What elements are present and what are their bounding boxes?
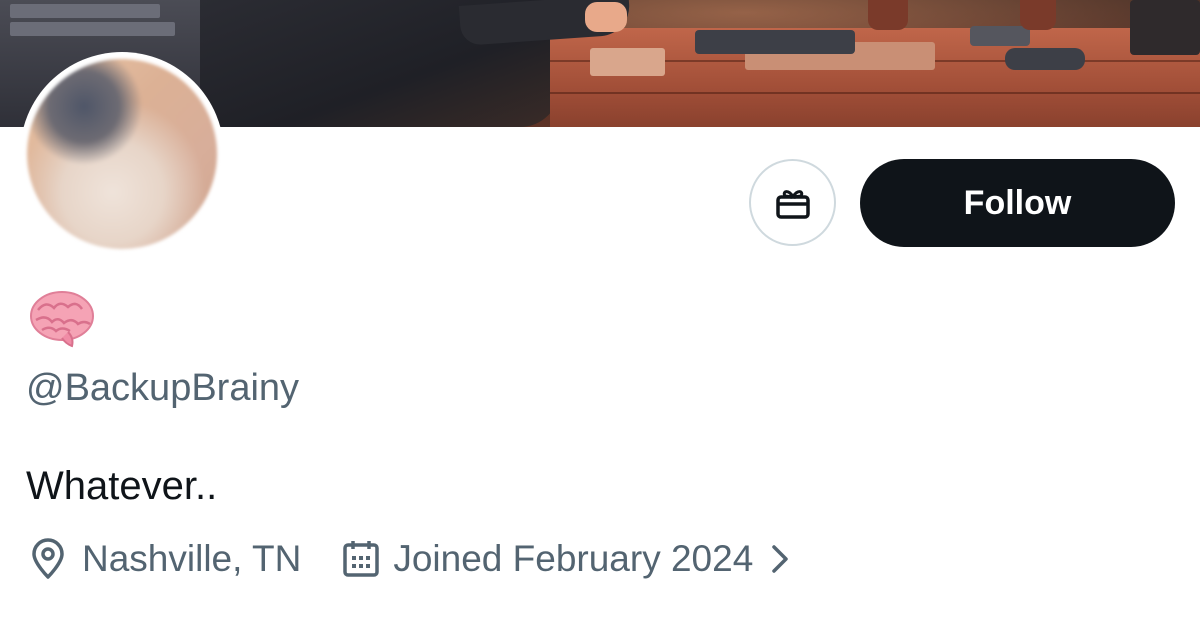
location-pin-icon	[26, 537, 70, 581]
avatar-image	[27, 59, 217, 249]
follow-button[interactable]: Follow	[860, 159, 1175, 247]
chevron-right-icon[interactable]	[765, 539, 795, 579]
profile-meta: Nashville, TN Joined February 2024	[26, 536, 795, 582]
gift-button[interactable]	[749, 159, 836, 246]
profile-avatar[interactable]	[20, 52, 224, 256]
calendar-icon	[341, 539, 381, 579]
profile-handle: @BackupBrainy	[26, 367, 300, 409]
brain-emoji	[30, 291, 94, 348]
joined-text: Joined February 2024	[393, 538, 754, 579]
banner-hand	[585, 2, 627, 32]
location-text: Nashville, TN	[82, 538, 302, 579]
gift-icon	[775, 189, 810, 219]
location-item: Nashville, TN	[26, 537, 301, 581]
joined-item[interactable]: Joined February 2024	[301, 538, 795, 580]
profile-bio: Whatever..	[26, 464, 218, 508]
